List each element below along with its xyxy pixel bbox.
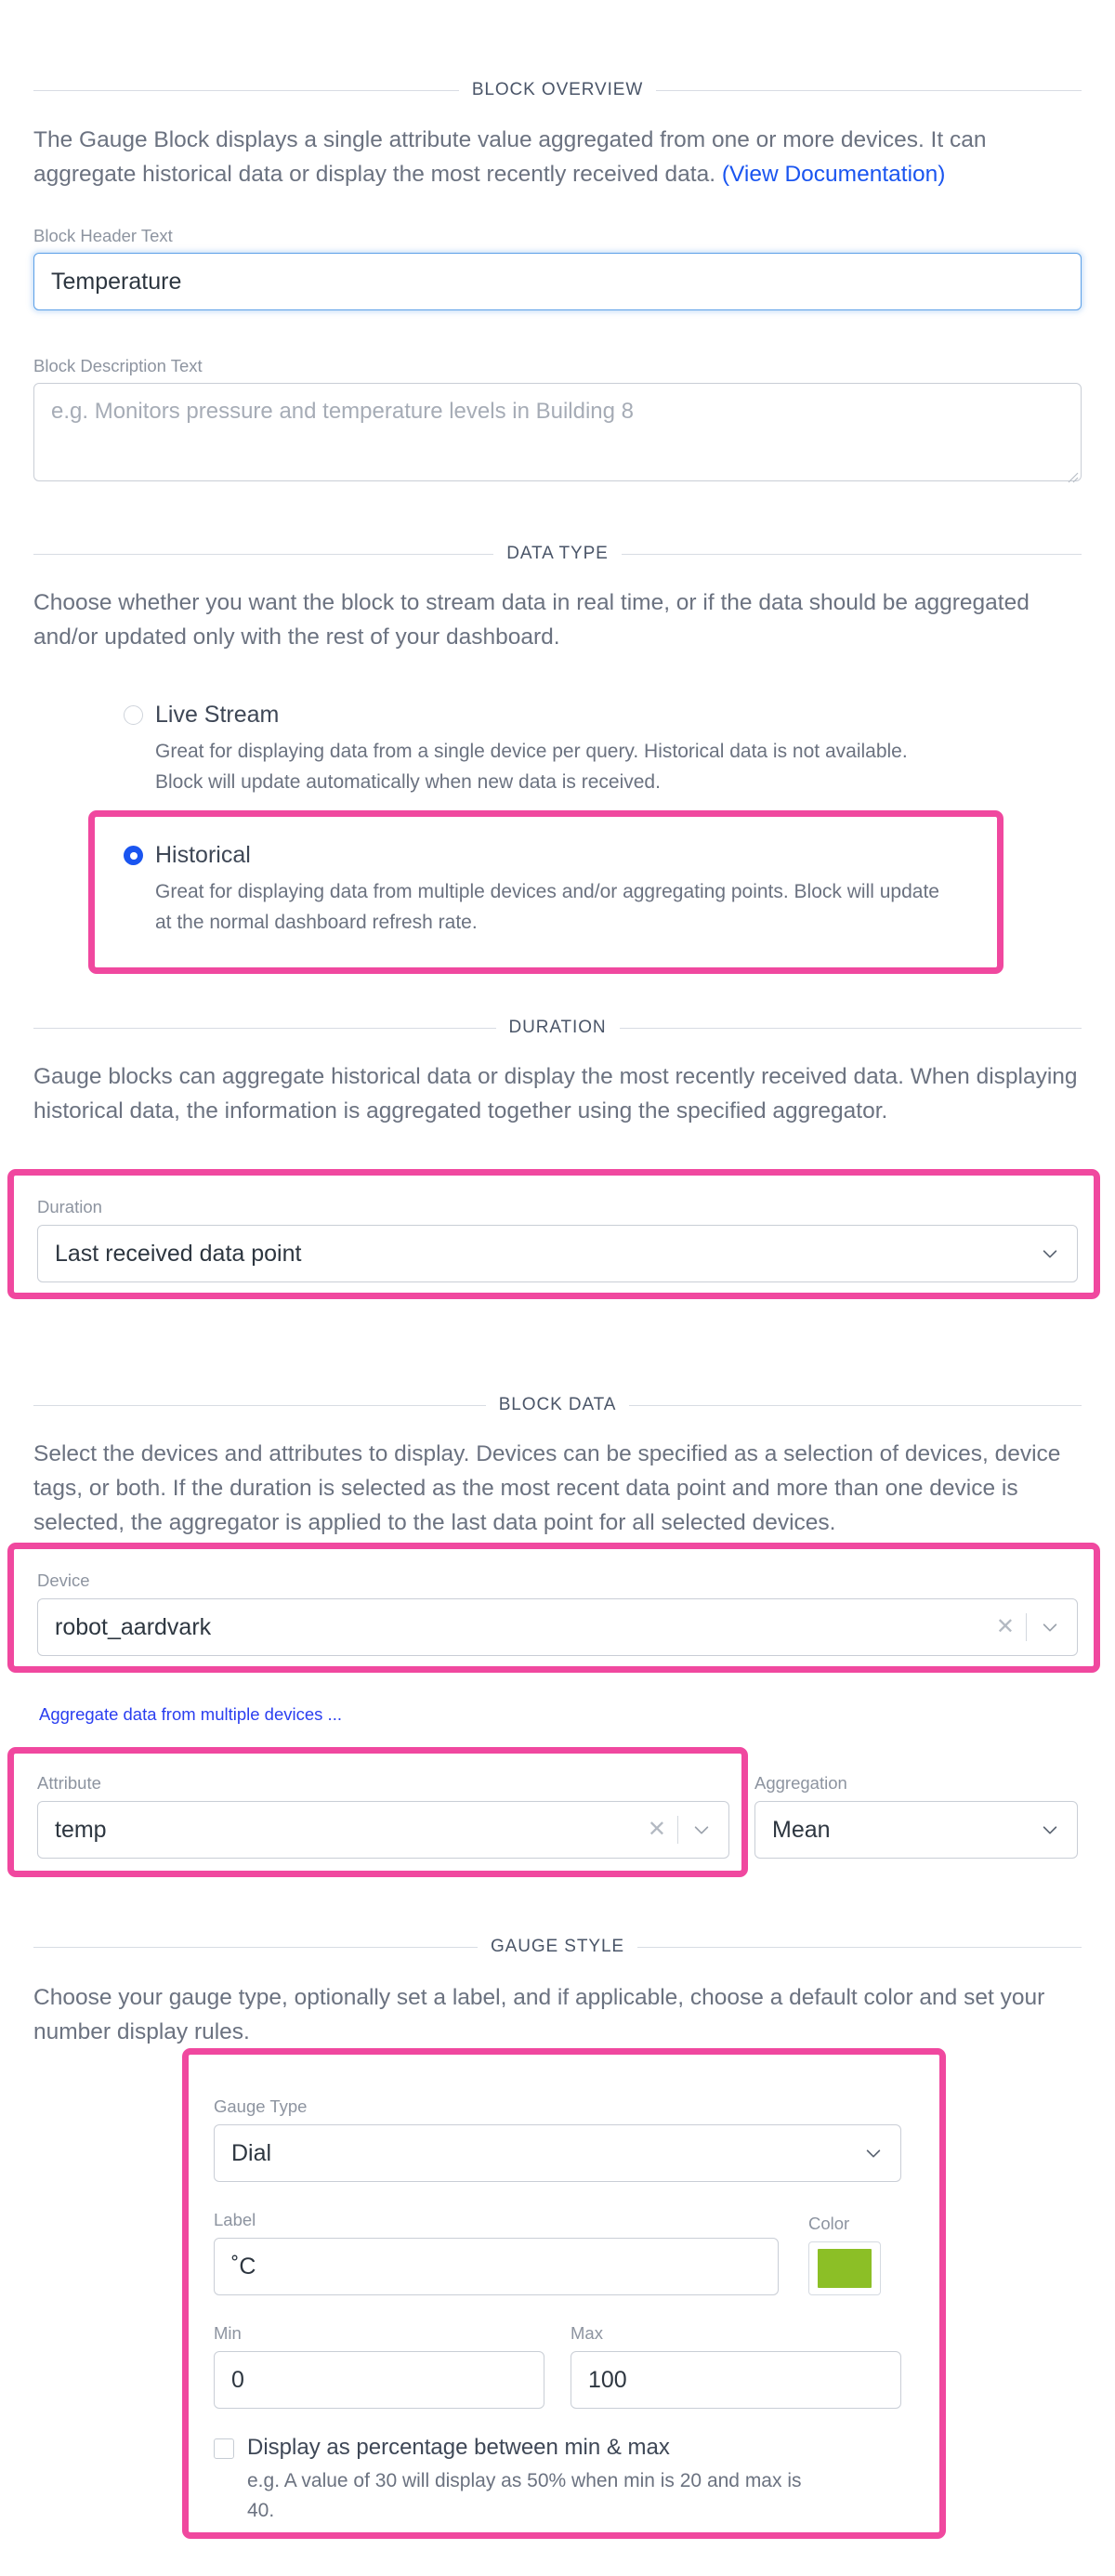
gauge-style-description: Choose your gauge type, optionally set a… [33,1980,1082,2049]
duration-select-value: Last received data point [55,1240,302,1267]
aggregation-field-group: Aggregation Mean [754,1773,1078,1859]
max-label: Max [571,2323,603,2343]
block-description-text-label: Block Description Text [33,356,1082,376]
chevron-down-icon [1043,1826,1057,1834]
attribute-select-value: temp [55,1816,107,1843]
gauge-type-label: Gauge Type [214,2096,308,2116]
radio-historical-description: Great for displaying data from multiple … [155,881,939,933]
radio-live-stream-label: Live Stream [155,702,280,728]
percentage-checkbox-label: Display as percentage between min & max [247,2435,670,2460]
gauge-color-field-group: Color [808,2214,881,2295]
gauge-color-label: Color [808,2214,850,2233]
radio-option-live-stream[interactable]: Live Stream Great for displaying data fr… [124,699,960,797]
block-data-description-text: Select the devices and attributes to dis… [33,1441,1061,1535]
block-description-text-label-text: Block Description Text [33,356,203,375]
attribute-field-group: Attribute temp ✕ [37,1773,729,1859]
gauge-label-field-group: Label [214,2210,779,2295]
gauge-style-description-text: Choose your gauge type, optionally set a… [33,1985,1045,2044]
min-field-group: Min [214,2323,544,2409]
device-select[interactable]: robot_aardvark ✕ [37,1598,1078,1656]
aggregation-field-label: Aggregation [754,1773,847,1793]
divider-rule-right [629,1404,1082,1406]
block-header-text-label-text: Block Header Text [33,226,173,245]
duration-description: Gauge blocks can aggregate historical da… [33,1059,1082,1128]
block-overview-divider: BLOCK OVERVIEW [33,80,1082,100]
divider-rule-left [33,553,494,555]
max-input[interactable] [571,2351,901,2409]
divider-rule-left [33,1404,486,1406]
max-field-group: Max [571,2323,901,2409]
view-documentation-link[interactable]: (View Documentation) [722,162,946,187]
block-header-text-label: Block Header Text [33,226,1082,246]
color-swatch-button[interactable] [808,2241,881,2295]
radio-option-historical[interactable]: Historical Great for displaying data fro… [124,839,960,938]
duration-description-text: Gauge blocks can aggregate historical da… [33,1064,1078,1124]
divider-rule-right [619,1027,1082,1029]
select-divider [677,1816,678,1844]
device-field-group: Device robot_aardvark ✕ [37,1571,1078,1656]
min-max-row: Min Max [214,2323,901,2409]
divider-rule-right [656,89,1082,91]
divider-rule-left [33,1027,496,1029]
overview-description: The Gauge Block displays a single attrib… [33,123,1082,191]
aggregate-multiple-devices-link[interactable]: Aggregate data from multiple devices ... [39,1704,342,1725]
gauge-label-label: Label [214,2210,256,2229]
section-caption-gauge-style: GAUGE STYLE [491,1937,624,1956]
radio-live-stream-indicator[interactable] [124,705,143,725]
block-data-divider: BLOCK DATA [33,1395,1082,1415]
radio-live-stream-description: Great for displaying data from a single … [155,741,908,793]
divider-rule-right [621,553,1082,555]
color-swatch [818,2249,872,2288]
percentage-checkbox[interactable] [214,2438,234,2459]
data-type-description-text: Choose whether you want the block to str… [33,590,1030,650]
divider-rule-right [637,1946,1082,1948]
radio-historical-label: Historical [155,842,251,868]
chevron-down-icon [866,2149,881,2158]
block-description-text-field-wrap [33,383,1082,486]
attribute-select[interactable]: temp ✕ [37,1801,729,1859]
block-data-description: Select the devices and attributes to dis… [33,1437,1082,1540]
section-caption-duration: DURATION [508,1018,607,1037]
section-caption-block-data: BLOCK DATA [498,1395,617,1414]
block-description-textarea[interactable] [33,383,1082,481]
divider-rule-left [33,1946,478,1948]
section-caption-overview: BLOCK OVERVIEW [471,80,644,99]
gauge-style-panel: Gauge Type Dial Label Color Mi [214,2074,901,2526]
clear-icon[interactable]: ✕ [644,1819,677,1841]
chevron-down-icon[interactable] [1040,1617,1060,1637]
block-header-text-field-wrap [33,253,1082,310]
aggregation-select-value: Mean [772,1816,831,1843]
gauge-style-divider: GAUGE STYLE [33,1937,1082,1957]
chevron-down-icon[interactable] [691,1820,712,1840]
min-label: Min [214,2323,242,2343]
gauge-type-select[interactable]: Dial [214,2124,901,2182]
block-header-text-input[interactable] [33,253,1082,310]
duration-select[interactable]: Last received data point [37,1225,1078,1282]
attribute-field-label: Attribute [37,1773,101,1793]
device-select-value: robot_aardvark [55,1613,212,1640]
gauge-type-field-group: Gauge Type Dial [214,2096,901,2182]
chevron-down-icon [1043,1250,1057,1258]
label-and-color-row: Label Color [214,2210,901,2295]
select-divider [1026,1613,1027,1641]
device-field-label: Device [37,1571,90,1590]
clear-icon[interactable]: ✕ [992,1616,1026,1638]
data-type-description: Choose whether you want the block to str… [33,585,1082,654]
radio-historical-indicator[interactable] [124,846,143,865]
percentage-checkbox-group[interactable]: Display as percentage between min & max … [214,2433,901,2526]
duration-divider: DURATION [33,1018,1082,1038]
min-input[interactable] [214,2351,544,2409]
gauge-type-value: Dial [231,2139,272,2166]
duration-field-label: Duration [37,1197,102,1216]
gauge-label-input[interactable] [214,2238,779,2295]
data-type-divider: DATA TYPE [33,544,1082,564]
duration-field-group: Duration Last received data point [37,1197,1078,1282]
aggregation-select[interactable]: Mean [754,1801,1078,1859]
divider-rule-left [33,89,459,91]
percentage-checkbox-description: e.g. A value of 30 will display as 50% w… [247,2470,802,2521]
section-caption-data-type: DATA TYPE [506,544,609,563]
gauge-block-settings-page: BLOCK OVERVIEW The Gauge Block displays … [0,0,1115,2576]
